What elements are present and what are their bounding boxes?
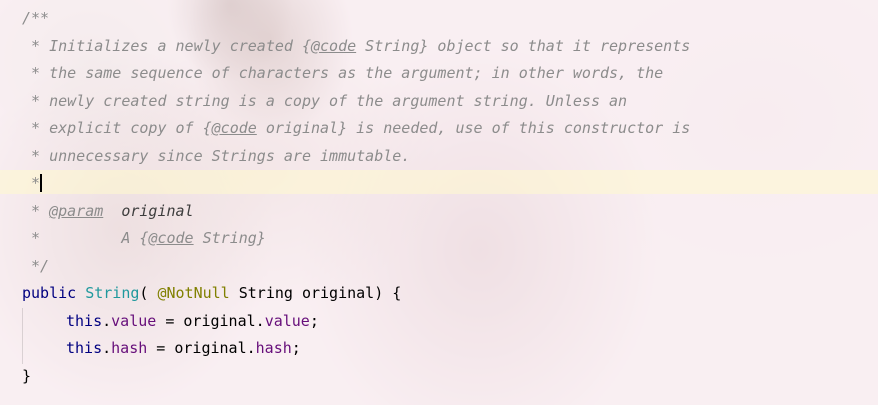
dot: . [102,339,112,357]
javadoc-text [103,202,121,220]
dot: . [102,312,112,330]
javadoc-code-tag: @code [148,229,194,247]
javadoc-code-tag: @code [310,37,357,55]
javadoc-code-tag: @code [211,119,257,137]
field-hash: hash [111,339,148,357]
closing-brace: } [22,367,32,385]
body-line-hash: this.hash = original.hash; [66,336,301,360]
javadoc-text: * [22,174,41,192]
semicolon: ; [291,339,301,357]
javadoc-text: String} [193,229,266,247]
javadoc-text: * A { [22,229,149,247]
code-editor[interactable]: /** * Initializes a newly created {@code… [0,0,878,405]
current-line-highlight [0,170,878,194]
javadoc-text: String} object so that it represents [356,37,691,55]
keyword-public: public [22,284,77,302]
assign: = original. [147,339,256,357]
javadoc-param-line: * @param original [22,199,194,223]
constructor-signature: public String( @NotNull String original)… [22,281,401,305]
keyword-this: this [66,312,103,330]
javadoc-line-2: * the same sequence of characters as the… [22,64,664,82]
javadoc-open: /** [22,9,50,27]
keyword-this: this [66,339,103,357]
field-hash-ref: hash [255,339,292,357]
javadoc-line-3: * newly created string is a copy of the … [22,92,628,110]
notnull-annotation: @NotNull [157,284,230,302]
javadoc-text: * Initializes a newly created { [22,37,311,55]
body-line-value: this.value = original.value; [66,309,319,333]
field-value: value [111,312,157,330]
javadoc-line-5: * unnecessary since Strings are immutabl… [22,147,411,165]
paren: ( [139,284,158,302]
javadoc-text: * explicit copy of { [22,119,212,137]
javadoc-param-tag: @param [49,202,104,220]
semicolon: ; [309,312,319,330]
field-value-ref: value [264,312,310,330]
javadoc-param-name: original [121,202,194,220]
constructor-name: String [85,284,140,302]
assign: = original. [156,312,265,330]
javadoc-close: */ [22,257,50,275]
indent-guide [22,308,23,364]
javadoc-line-1: * Initializes a newly created {@code Str… [22,34,690,58]
javadoc-text: original} is needed, use of this constru… [256,119,691,137]
javadoc-text: * [22,202,50,220]
text-caret [40,173,43,192]
javadoc-line-4: * explicit copy of {@code original} is n… [22,116,690,140]
signature-rest: String original) { [229,284,402,302]
javadoc-param-desc: * A {@code String} [22,226,266,250]
javadoc-line-6: * [22,171,43,195]
